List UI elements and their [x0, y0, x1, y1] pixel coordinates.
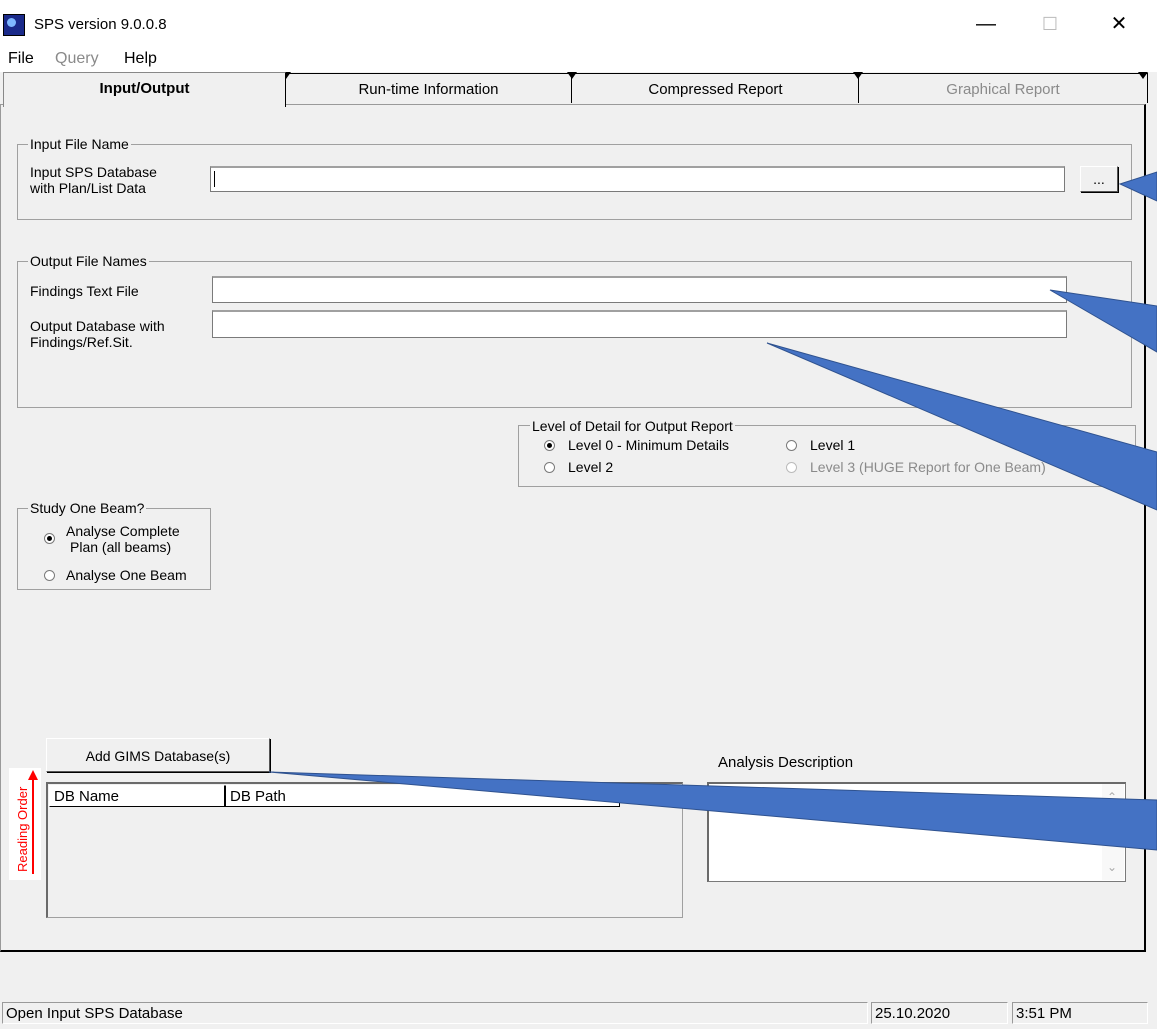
scroll-up-icon[interactable]: ⌃	[1107, 790, 1117, 804]
status-time: 3:51 PM	[1012, 1002, 1148, 1024]
analyse-one-beam-radio[interactable]	[44, 570, 55, 581]
level3-label: Level 3 (HUGE Report for One Beam)	[810, 459, 1046, 475]
analysis-description-field[interactable]	[707, 782, 1126, 882]
level1-radio[interactable]	[786, 440, 797, 451]
findings-text-label: Findings Text File	[30, 283, 139, 299]
text-cursor	[214, 171, 215, 187]
study-beam-legend: Study One Beam?	[28, 500, 147, 516]
tab-marker-icon	[567, 72, 577, 79]
menu-file[interactable]: File	[8, 50, 34, 68]
level2-label: Level 2	[568, 459, 614, 475]
reading-order-arrow-icon	[28, 770, 38, 874]
reading-order-annotation: Reading Order	[9, 768, 41, 880]
level3-radio[interactable]	[786, 462, 797, 473]
analyse-complete-radio[interactable]	[44, 533, 55, 544]
window-title: SPS version 9.0.0.8	[34, 16, 167, 33]
detail-level-group	[518, 425, 1136, 487]
level2-radio[interactable]	[544, 462, 555, 473]
analyse-complete-line2: Plan (all beams)	[70, 539, 172, 555]
tab-input-output[interactable]: Input/Output	[3, 72, 286, 107]
app-icon	[3, 14, 25, 36]
tab-marker-icon	[1138, 72, 1148, 79]
maximize-button[interactable]: ☐	[1027, 8, 1073, 40]
level1-label: Level 1	[810, 437, 856, 453]
input-db-label-line2: with Plan/List Data	[30, 180, 146, 196]
input-file-legend: Input File Name	[28, 136, 131, 152]
column-header-db-name[interactable]: DB Name	[49, 785, 225, 807]
analyse-one-beam-label: Analyse One Beam	[66, 567, 187, 583]
input-db-field[interactable]	[210, 166, 1065, 192]
status-date: 25.10.2020	[871, 1002, 1008, 1024]
output-db-label-line1: Output Database with	[30, 318, 165, 334]
tab-runtime-information[interactable]: Run-time Information	[284, 73, 573, 103]
detail-level-legend: Level of Detail for Output Report	[530, 418, 735, 434]
output-db-label-line2: Findings/Ref.Sit.	[30, 334, 133, 350]
tab-graphical-report[interactable]: Graphical Report	[858, 73, 1148, 103]
input-db-label: Input SPS Database with Plan/List Data	[30, 164, 157, 196]
minimize-button[interactable]: —	[963, 8, 1009, 40]
analysis-description-label: Analysis Description	[718, 754, 854, 771]
menu-query[interactable]: Query	[55, 50, 99, 68]
level0-label: Level 0 - Minimum Details	[568, 437, 730, 453]
findings-text-field[interactable]	[212, 276, 1067, 303]
analysis-scrollbar[interactable]: ⌃ ⌄	[1102, 784, 1124, 880]
browse-input-button[interactable]: ...	[1080, 166, 1118, 192]
column-header-db-path[interactable]: DB Path	[225, 785, 620, 807]
output-db-label: Output Database with Findings/Ref.Sit.	[30, 318, 165, 350]
status-message: Open Input SPS Database	[2, 1002, 868, 1024]
close-button[interactable]: ✕	[1096, 8, 1142, 40]
output-files-legend: Output File Names	[28, 253, 149, 269]
tab-marker-icon	[853, 72, 863, 79]
level0-radio[interactable]	[544, 440, 555, 451]
add-gims-button[interactable]: Add GIMS Database(s)	[46, 738, 270, 772]
analyse-complete-line1: Analyse Complete	[66, 523, 180, 539]
scroll-down-icon[interactable]: ⌄	[1107, 860, 1117, 874]
title-bar: SPS version 9.0.0.8 — ☐ ✕	[0, 0, 1157, 48]
menu-help[interactable]: Help	[124, 50, 157, 68]
input-db-label-line1: Input SPS Database	[30, 164, 157, 180]
output-db-field[interactable]	[212, 310, 1067, 338]
analyse-complete-label: Analyse Complete Plan (all beams)	[66, 523, 180, 555]
menu-bar: File Query Help	[0, 48, 1157, 72]
tab-compressed-report[interactable]: Compressed Report	[571, 73, 860, 103]
